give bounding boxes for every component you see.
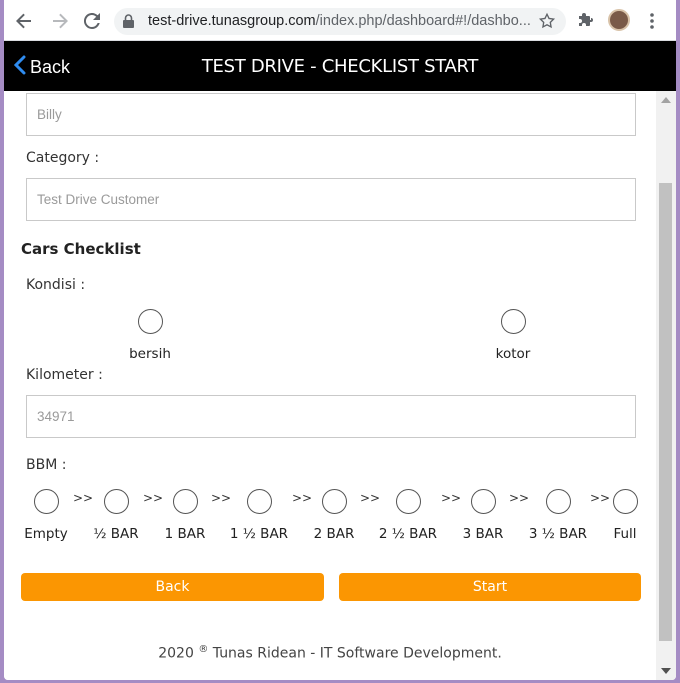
bbm-option-label: 2 BAR (313, 526, 355, 542)
back-button[interactable]: Back (21, 573, 324, 601)
kondisi-option-label: bersih (129, 346, 171, 362)
name-field[interactable]: Billy (26, 93, 636, 136)
section-title: Cars Checklist (21, 240, 141, 258)
scrollbar[interactable] (656, 91, 676, 680)
kondisi-label: Kondisi : (26, 277, 86, 293)
page-title: TEST DRIVE - CHECKLIST START (201, 56, 479, 77)
registered-mark: ® (198, 644, 209, 655)
kilometer-label: Kilometer : (26, 367, 103, 383)
bbm-radio-3-half[interactable] (546, 489, 571, 514)
bbm-radio-1[interactable] (173, 489, 198, 514)
bbm-separator: >> (143, 491, 164, 505)
bbm-radio-empty[interactable] (34, 489, 59, 514)
profile-avatar[interactable] (608, 9, 630, 31)
app-header: Back TEST DRIVE - CHECKLIST START (4, 41, 676, 91)
bbm-option-label: 2 ½ BAR (378, 526, 438, 542)
category-field[interactable]: Test Drive Customer (26, 178, 636, 221)
browser-window: test-drive.tunasgroup.com/index.php/dash… (4, 0, 676, 680)
url-text: test-drive.tunasgroup.com/index.php/dash… (148, 13, 531, 29)
bbm-option-label: 3 BAR (462, 526, 504, 542)
bbm-option-label: 1 ½ BAR (229, 526, 289, 542)
bbm-option-label: ½ BAR (93, 526, 139, 542)
checklist-form: Billy Category : Test Drive Customer Car… (4, 91, 656, 680)
kilometer-field[interactable]: 34971 (26, 395, 636, 438)
bbm-separator: >> (509, 491, 530, 505)
scroll-thumb[interactable] (659, 183, 672, 641)
bbm-separator: >> (73, 491, 94, 505)
bbm-radio-1-half[interactable] (247, 489, 272, 514)
lock-icon (123, 14, 134, 33)
bbm-option-label: Full (613, 526, 637, 542)
bbm-radio-2[interactable] (322, 489, 347, 514)
bookmark-star-icon[interactable] (538, 12, 556, 35)
bbm-option-label: Empty (24, 526, 68, 542)
browser-toolbar: test-drive.tunasgroup.com/index.php/dash… (4, 0, 676, 41)
bbm-option-label: 1 BAR (164, 526, 206, 542)
bbm-radio-3[interactable] (471, 489, 496, 514)
bbm-label: BBM : (26, 457, 67, 473)
browser-menu-icon[interactable] (642, 11, 662, 31)
kondisi-radio-kotor[interactable] (501, 309, 526, 334)
start-button[interactable]: Start (339, 573, 641, 601)
kondisi-radio-bersih[interactable] (138, 309, 163, 334)
browser-back-icon[interactable] (14, 11, 34, 31)
scroll-down-icon[interactable] (661, 668, 671, 674)
bbm-separator: >> (292, 491, 313, 505)
bbm-separator: >> (211, 491, 232, 505)
footer-text: 2020 ® Tunas Ridean - IT Software Develo… (158, 644, 502, 662)
bbm-separator: >> (360, 491, 381, 505)
browser-reload-icon[interactable] (82, 11, 102, 31)
bbm-radio-full[interactable] (613, 489, 638, 514)
bbm-separator: >> (441, 491, 462, 505)
category-label: Category : (26, 150, 100, 166)
address-bar[interactable]: test-drive.tunasgroup.com/index.php/dash… (114, 8, 566, 35)
bbm-radio-2-half[interactable] (396, 489, 421, 514)
extensions-puzzle-icon[interactable] (576, 11, 596, 31)
kondisi-option-label: kotor (495, 346, 531, 362)
bbm-separator: >> (590, 491, 611, 505)
scroll-up-icon[interactable] (661, 97, 671, 103)
browser-forward-icon[interactable] (50, 11, 70, 31)
bbm-radio-half[interactable] (104, 489, 129, 514)
